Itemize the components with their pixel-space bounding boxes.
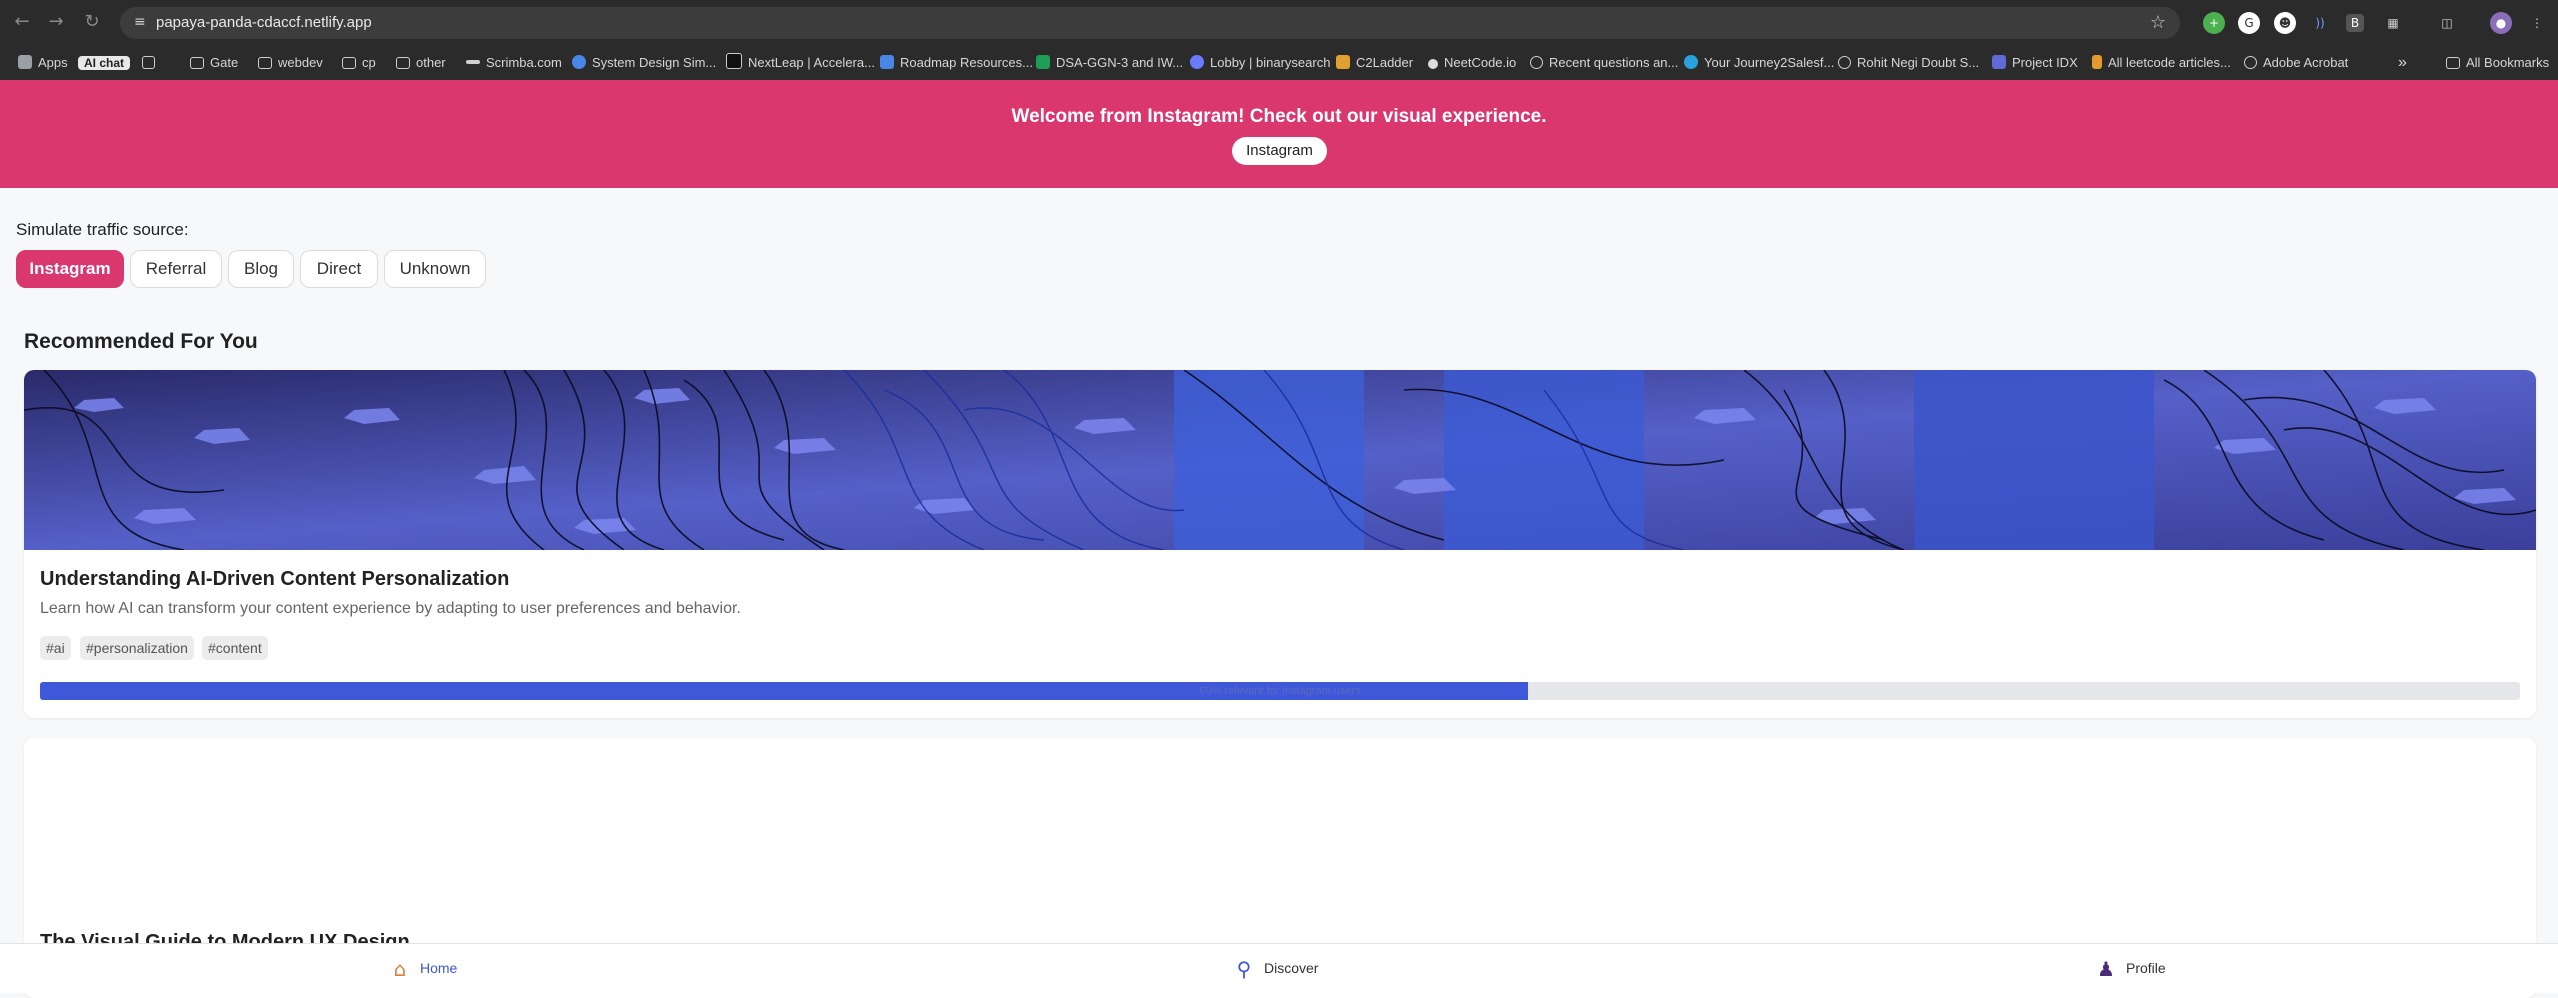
welcome-banner: Welcome from Instagram! Check out our vi… bbox=[0, 80, 2558, 188]
tag-personalization[interactable]: #personalization bbox=[80, 636, 194, 660]
bookmark-folder-other[interactable]: other bbox=[396, 53, 446, 73]
bookmark-folder-cp[interactable]: cp bbox=[342, 53, 376, 73]
leetcode-icon bbox=[2092, 55, 2102, 69]
sheets-icon bbox=[1036, 55, 1050, 69]
content-card[interactable]: Understanding AI-Driven Content Personal… bbox=[24, 370, 2536, 718]
bookmark-rohit-negi[interactable]: Rohit Negi Doubt S... bbox=[1838, 53, 1979, 73]
extension-grammarly-icon[interactable]: G bbox=[2238, 12, 2260, 34]
globe-icon bbox=[1838, 56, 1851, 69]
bookmark-binarysearch[interactable]: Lobby | binarysearch bbox=[1190, 53, 1330, 73]
relevance-bar: 60% relevant for instagram users bbox=[40, 682, 2520, 700]
all-bookmarks-folder[interactable]: All Bookmarks bbox=[2446, 53, 2549, 73]
bookmark-nextleap[interactable]: NextLeap | Accelera... bbox=[726, 53, 875, 73]
binarysearch-icon bbox=[1190, 55, 1204, 69]
extension-audio-icon[interactable]: )) bbox=[2309, 12, 2331, 34]
folder-icon bbox=[190, 57, 204, 69]
tab-groups-icon bbox=[142, 56, 155, 69]
folder-icon bbox=[258, 57, 272, 69]
profile-avatar[interactable]: ● bbox=[2490, 12, 2512, 34]
bookmark-folder-gate[interactable]: Gate bbox=[190, 53, 238, 73]
bookmark-star-icon[interactable]: ☆ bbox=[2150, 12, 2166, 33]
source-blog-button[interactable]: Blog bbox=[228, 250, 294, 288]
bookmark-neetcode[interactable]: NeetCode.io bbox=[1428, 53, 1516, 73]
bookmark-scrimba[interactable]: Scrimba.com bbox=[466, 53, 562, 73]
browser-menu-icon[interactable]: ⋮ bbox=[2526, 12, 2548, 34]
side-panel-icon[interactable]: ◫ bbox=[2436, 12, 2458, 34]
bookmark-adobe-acrobat[interactable]: Adobe Acrobat bbox=[2244, 53, 2348, 73]
bookmark-apps[interactable]: Apps bbox=[18, 53, 68, 73]
docs-icon bbox=[880, 55, 894, 69]
apps-grid-icon bbox=[18, 55, 32, 69]
ai-chat-badge: AI chat bbox=[78, 56, 131, 70]
site-settings-icon[interactable]: ≡ bbox=[134, 14, 146, 30]
globe-icon bbox=[2244, 56, 2257, 69]
relevance-text: 60% relevant for instagram users bbox=[1199, 685, 1361, 697]
card-description: Learn how AI can transform your content … bbox=[40, 600, 741, 617]
back-icon[interactable]: ← bbox=[12, 12, 32, 32]
browser-toolbar: ← → ↻ ≡ papaya-panda-cdaccf.netlify.app … bbox=[0, 0, 2558, 46]
bookmark-c2ladder[interactable]: C2Ladder bbox=[1336, 53, 1413, 73]
reload-icon[interactable]: ↻ bbox=[82, 12, 102, 32]
bookmark-ai-chat[interactable]: AI chat bbox=[78, 53, 131, 73]
source-instagram-button[interactable]: Instagram bbox=[16, 250, 124, 288]
tag-ai[interactable]: #ai bbox=[40, 636, 71, 660]
source-referral-button[interactable]: Referral bbox=[130, 250, 222, 288]
system-design-icon bbox=[572, 55, 586, 69]
bookmark-system-design[interactable]: System Design Sim... bbox=[572, 53, 716, 73]
folder-icon bbox=[396, 57, 410, 69]
c2ladder-icon bbox=[1336, 55, 1350, 69]
extension-plus-icon[interactable]: + bbox=[2203, 12, 2225, 34]
scrimba-icon bbox=[466, 60, 480, 64]
address-url[interactable]: papaya-panda-cdaccf.netlify.app bbox=[156, 14, 372, 31]
section-title: Recommended For You bbox=[24, 330, 258, 353]
simulate-traffic-label: Simulate traffic source: bbox=[16, 220, 189, 239]
bottom-nav: ⌂ Home ⚲ Discover ♟ Profile bbox=[0, 943, 2558, 993]
bookmark-recent-questions[interactable]: Recent questions an... bbox=[1530, 53, 1678, 73]
tag-content[interactable]: #content bbox=[202, 636, 268, 660]
nav-profile[interactable]: ♟ Profile bbox=[2094, 956, 2166, 981]
salesforce-icon bbox=[1684, 55, 1698, 69]
bookmark-folder-webdev[interactable]: webdev bbox=[258, 53, 323, 73]
bookmark-salesforce[interactable]: Your Journey2Salesf... bbox=[1684, 53, 1834, 73]
globe-icon bbox=[1530, 56, 1543, 69]
neetcode-icon bbox=[1428, 59, 1438, 69]
card-hero-image bbox=[24, 370, 2536, 550]
idx-icon bbox=[1992, 55, 2006, 69]
banner-title: Welcome from Instagram! Check out our vi… bbox=[1011, 106, 1547, 127]
nav-discover[interactable]: ⚲ Discover bbox=[1232, 956, 1319, 982]
bookmarks-overflow-icon[interactable]: » bbox=[2398, 53, 2407, 73]
nextleap-icon bbox=[726, 53, 742, 69]
instagram-button[interactable]: Instagram bbox=[1232, 137, 1327, 165]
source-direct-button[interactable]: Direct bbox=[300, 250, 378, 288]
home-icon: ⌂ bbox=[393, 957, 407, 982]
bookmark-project-idx[interactable]: Project IDX bbox=[1992, 53, 2078, 73]
discover-search-icon: ⚲ bbox=[1236, 957, 1252, 982]
extension-b-icon[interactable]: B bbox=[2346, 14, 2364, 32]
address-bar[interactable]: ≡ papaya-panda-cdaccf.netlify.app ☆ bbox=[120, 7, 2180, 39]
profile-user-icon: ♟ bbox=[2097, 957, 2115, 982]
extension-incognito-icon[interactable]: ☻ bbox=[2274, 12, 2296, 34]
source-unknown-button[interactable]: Unknown bbox=[384, 250, 486, 288]
extensions-puzzle-icon[interactable]: ▦ bbox=[2382, 12, 2404, 34]
bookmark-dsa-sheet[interactable]: DSA-GGN-3 and IW... bbox=[1036, 53, 1183, 73]
nav-home[interactable]: ⌂ Home bbox=[388, 956, 458, 982]
folder-icon bbox=[2446, 57, 2460, 69]
bookmarks-bar: Apps AI chat Gate webdev cp other Scrimb… bbox=[0, 46, 2558, 81]
bookmark-leetcode[interactable]: All leetcode articles... bbox=[2092, 53, 2231, 73]
folder-icon bbox=[342, 57, 356, 69]
card-title[interactable]: Understanding AI-Driven Content Personal… bbox=[40, 568, 509, 591]
bookmark-roadmap[interactable]: Roadmap Resources... bbox=[880, 53, 1033, 73]
forward-icon[interactable]: → bbox=[46, 12, 66, 32]
bookmark-tab-groups[interactable] bbox=[142, 53, 161, 73]
